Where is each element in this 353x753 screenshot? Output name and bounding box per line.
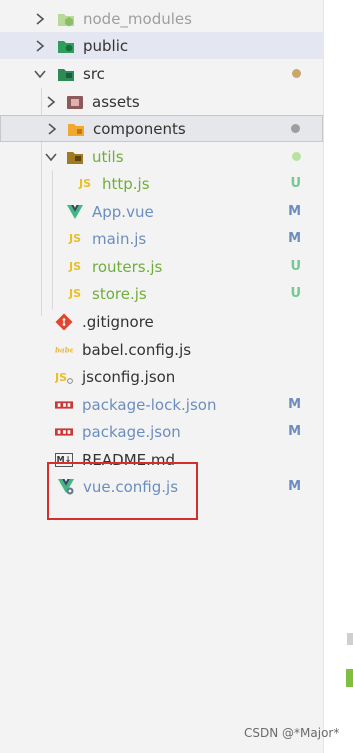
npm-file-icon <box>55 396 73 414</box>
tree-item-store-js[interactable]: JS store.js U <box>0 280 323 307</box>
tree-item-babel-config[interactable]: babel babel.config.js <box>0 336 323 363</box>
tree-item-main-js[interactable]: JS main.js M <box>0 225 323 252</box>
folder-public-icon <box>57 37 75 55</box>
markdown-file-icon: M↓ <box>55 452 73 467</box>
git-status-badge: U <box>290 259 301 274</box>
tree-item-jsconfig[interactable]: JS jsconfig.json <box>0 363 323 390</box>
tree-item-vue-config[interactable]: vue.config.js M <box>0 473 323 500</box>
svg-text:JS: JS <box>55 371 67 384</box>
git-status-badge: M <box>288 204 301 219</box>
json-file-icon: JS <box>55 368 73 386</box>
chevron-right-icon <box>33 39 47 53</box>
folder-utils-icon <box>66 148 84 166</box>
git-status-badge: M <box>288 397 301 412</box>
tree-item-label: jsconfig.json <box>82 367 176 386</box>
tree-item-label: App.vue <box>92 202 154 221</box>
chevron-down-icon <box>44 150 58 164</box>
git-status-badge: M <box>288 479 301 494</box>
panel-glyph <box>347 633 353 645</box>
tree-item-label: utils <box>92 147 124 166</box>
git-status-badge: M <box>288 424 301 439</box>
tree-item-label: vue.config.js <box>83 477 179 496</box>
status-indicator-bar <box>346 669 353 687</box>
tree-item-node-modules[interactable]: node_modules <box>0 5 323 32</box>
tree-item-src[interactable]: src <box>0 60 323 87</box>
tree-item-label: assets <box>92 92 140 111</box>
tree-item-label: node_modules <box>83 9 192 28</box>
svg-text:babel: babel <box>55 345 73 354</box>
js-file-icon: JS <box>68 232 81 245</box>
tree-item-label: src <box>83 64 105 83</box>
tree-item-label: store.js <box>92 284 147 303</box>
chevron-right-icon <box>33 12 47 26</box>
git-status-badge: U <box>290 286 301 301</box>
folder-assets-icon <box>66 93 84 111</box>
git-status-badge: M <box>288 231 301 246</box>
watermark-text: CSDN @*Major* <box>244 726 340 740</box>
tree-item-app-vue[interactable]: App.vue M <box>0 198 323 225</box>
js-file-icon: JS <box>68 287 81 300</box>
tree-item-package-json[interactable]: package.json M <box>0 418 323 445</box>
npm-file-icon <box>55 423 73 441</box>
tree-item-public[interactable]: public <box>0 32 323 59</box>
tree-item-label: main.js <box>92 229 147 248</box>
tree-item-assets[interactable]: assets <box>0 88 323 115</box>
folder-node-icon <box>57 10 75 28</box>
tree-item-gitignore[interactable]: .gitignore <box>0 308 323 335</box>
tree-item-label: .gitignore <box>82 312 154 331</box>
tree-item-label: http.js <box>102 174 150 193</box>
tree-item-label: routers.js <box>92 257 163 276</box>
js-file-icon: JS <box>78 177 91 190</box>
tree-item-label: components <box>93 119 186 138</box>
untracked-dot-indicator <box>292 152 301 161</box>
modified-dot-indicator <box>292 69 301 78</box>
tree-item-label: package-lock.json <box>82 395 217 414</box>
modified-dot-indicator <box>291 124 300 133</box>
tree-item-label: babel.config.js <box>82 340 192 359</box>
folder-components-icon <box>67 120 85 138</box>
chevron-right-icon <box>44 95 58 109</box>
tree-item-utils[interactable]: utils <box>0 143 323 170</box>
file-explorer: node_modules public src assets component… <box>0 0 323 753</box>
tree-item-package-lock[interactable]: package-lock.json M <box>0 391 323 418</box>
tree-item-http-js[interactable]: JS http.js U <box>0 170 323 197</box>
vue-file-icon <box>66 203 84 221</box>
chevron-down-icon <box>33 67 47 81</box>
js-file-icon: JS <box>68 260 81 273</box>
tree-item-components[interactable]: components <box>0 115 323 142</box>
vue-config-file-icon <box>57 478 75 496</box>
chevron-right-icon <box>45 122 59 136</box>
editor-edge-panel <box>323 0 353 753</box>
tree-item-routers-js[interactable]: JS routers.js U <box>0 253 323 280</box>
tree-item-label: README.md <box>82 450 176 469</box>
tree-item-label: package.json <box>82 422 181 441</box>
babel-file-icon: babel <box>55 341 73 359</box>
folder-src-icon <box>57 65 75 83</box>
git-file-icon <box>55 313 73 331</box>
git-status-badge: U <box>290 176 301 191</box>
tree-item-readme[interactable]: M↓ README.md <box>0 446 323 473</box>
tree-item-label: public <box>83 36 129 55</box>
